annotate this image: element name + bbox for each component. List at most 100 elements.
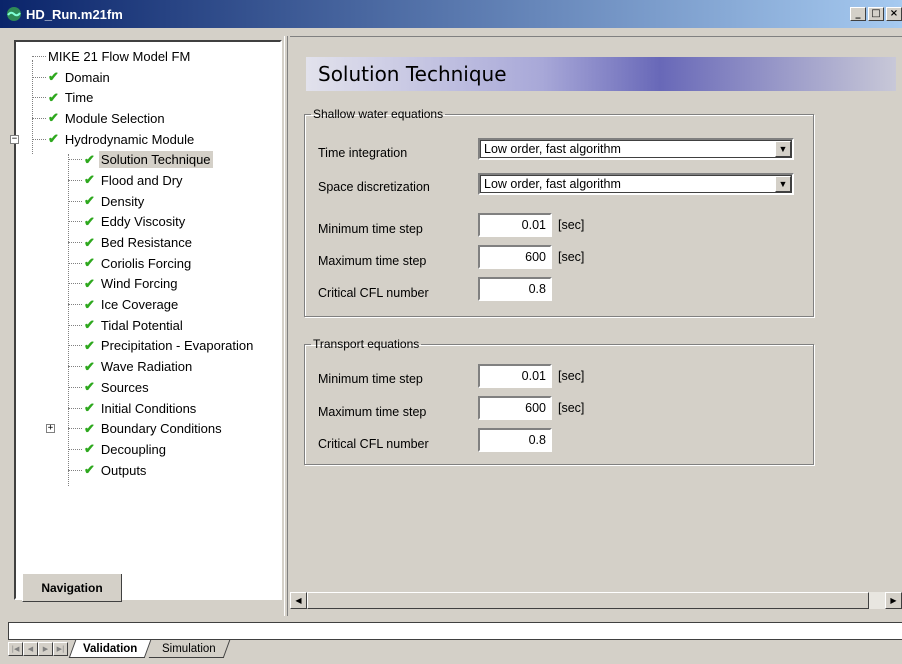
tree-item[interactable]: ✔ Time	[16, 87, 280, 108]
space-discretization-label: Space discretization	[318, 180, 430, 194]
min-time-step-label: Minimum time step	[318, 222, 423, 236]
tree-item[interactable]: ✔ Tidal Potential	[16, 315, 280, 336]
tab-navigation[interactable]: Navigation	[22, 574, 122, 602]
max-time-step-unit: [sec]	[558, 250, 585, 264]
tab-simulation[interactable]: Simulation	[149, 640, 231, 658]
tree-item-label: Wave Radiation	[100, 359, 193, 375]
scroll-right-icon[interactable]: ▶	[885, 592, 902, 609]
scroll-thumb[interactable]	[307, 592, 869, 609]
prev-tab-icon[interactable]: ◀	[23, 642, 38, 656]
transport-max-time-step-label: Maximum time step	[318, 405, 427, 419]
space-discretization-value: Low order, fast algorithm	[484, 177, 621, 191]
chevron-down-icon[interactable]: ▼	[775, 176, 791, 192]
tree-item[interactable]: ✔ Ice Coverage	[16, 294, 280, 315]
tree-item[interactable]: ✔ Decoupling	[16, 439, 280, 460]
max-time-step-label: Maximum time step	[318, 254, 427, 268]
critical-cfl-input[interactable]: 0.8	[478, 277, 552, 301]
checkmark-icon: ✔	[84, 172, 95, 188]
first-tab-icon[interactable]: |◀	[8, 642, 23, 656]
tree-item-label: Sources	[100, 379, 149, 395]
tree-item[interactable]: ✔ Bed Resistance	[16, 232, 280, 253]
max-time-step-input[interactable]: 600	[478, 245, 552, 269]
time-integration-select[interactable]: Low order, fast algorithm ▼	[478, 138, 794, 160]
tree-item[interactable]: ✔ Initial Conditions	[16, 398, 280, 419]
checkmark-icon: ✔	[48, 131, 59, 147]
tree-item[interactable]: ✔ Wave Radiation	[16, 356, 280, 377]
tree-item[interactable]: ✔ Outputs	[16, 460, 280, 481]
tree-item-label: Boundary Conditions	[100, 421, 222, 437]
transport-min-time-step-unit: [sec]	[558, 369, 585, 383]
panel-splitter[interactable]	[284, 36, 288, 616]
tree-item[interactable]: ✔ Module Selection	[16, 108, 280, 129]
checkmark-icon: ✔	[84, 234, 95, 250]
message-strip	[8, 622, 902, 640]
page-title: Solution Technique	[306, 57, 896, 91]
tree-item-label: Domain	[64, 69, 110, 85]
tree-item-label: Initial Conditions	[100, 400, 197, 416]
tree-item[interactable]: − ✔ Hydrodynamic Module	[10, 129, 280, 150]
transport-critical-cfl-input[interactable]: 0.8	[478, 428, 552, 452]
transport-max-time-step-input[interactable]: 600	[478, 396, 552, 420]
last-tab-icon[interactable]: ▶|	[53, 642, 68, 656]
transport-min-time-step-label: Minimum time step	[318, 372, 423, 386]
maximize-button[interactable]: □	[868, 7, 884, 21]
page-title-text: Solution Technique	[318, 62, 507, 86]
tree-item-label: Tidal Potential	[100, 317, 183, 333]
tree-item[interactable]: ✔ Flood and Dry	[16, 170, 280, 191]
tree-item[interactable]: ✔ Wind Forcing	[16, 274, 280, 295]
chevron-down-icon[interactable]: ▼	[775, 141, 791, 157]
tree-item-label: Outputs	[100, 462, 147, 478]
bottom-panel: |◀ ◀ ▶ ▶| Validation Simulation	[0, 618, 902, 664]
bottom-tab-row: |◀ ◀ ▶ ▶| Validation Simulation	[8, 640, 231, 660]
tree-item[interactable]: ✔ Coriolis Forcing	[16, 253, 280, 274]
collapse-icon[interactable]: −	[10, 134, 19, 144]
checkmark-icon: ✔	[84, 462, 95, 478]
tree-item[interactable]: ✔ Eddy Viscosity	[16, 212, 280, 233]
checkmark-icon: ✔	[84, 296, 95, 312]
minimize-button[interactable]: _	[850, 7, 866, 21]
tab-navigation-label: Navigation	[41, 580, 103, 595]
checkmark-icon: ✔	[84, 379, 95, 395]
expand-icon[interactable]: +	[46, 424, 55, 434]
checkmark-icon: ✔	[84, 337, 95, 353]
tree-item-label: Module Selection	[64, 110, 165, 126]
tree-item[interactable]: ✔ Density	[16, 191, 280, 212]
tree-item-label: Eddy Viscosity	[100, 214, 186, 230]
tree-item[interactable]: ✔ Precipitation - Evaporation	[16, 336, 280, 357]
transport-min-time-step-input[interactable]: 0.01	[478, 364, 552, 388]
scroll-left-icon[interactable]: ◀	[290, 592, 307, 609]
checkmark-icon: ✔	[84, 400, 95, 416]
checkmark-icon: ✔	[48, 69, 59, 85]
tab-validation[interactable]: Validation	[68, 640, 152, 658]
space-discretization-select[interactable]: Low order, fast algorithm ▼	[478, 173, 794, 195]
checkmark-icon: ✔	[48, 89, 59, 105]
navigation-panel: MIKE 21 Flow Model FM ✔ Domain ✔ Time ✔ Modul…	[10, 40, 282, 600]
checkmark-icon: ✔	[84, 420, 95, 436]
tab-simulation-label: Simulation	[162, 642, 217, 655]
horizontal-scrollbar[interactable]: ◀ ▶	[290, 592, 902, 609]
tree-item[interactable]: ✔ Sources	[16, 377, 280, 398]
tree-item-label: Solution Technique	[98, 151, 213, 169]
tree-item-label: Flood and Dry	[100, 172, 183, 188]
tree-item-label: Wind Forcing	[100, 276, 178, 292]
critical-cfl-label: Critical CFL number	[318, 286, 429, 300]
tree-item-root[interactable]: MIKE 21 Flow Model FM	[16, 46, 280, 67]
window-title: HD_Run.m21fm	[26, 6, 123, 22]
tree-item[interactable]: ✔ Solution Technique	[16, 149, 280, 170]
tree-item[interactable]: + ✔ Boundary Conditions	[16, 418, 280, 439]
tree-connector	[32, 60, 33, 154]
close-button[interactable]: ×	[886, 7, 902, 21]
tree-item-label: Precipitation - Evaporation	[100, 338, 254, 354]
next-tab-icon[interactable]: ▶	[38, 642, 53, 656]
checkmark-icon: ✔	[84, 441, 95, 457]
checkmark-icon: ✔	[84, 255, 95, 271]
tree-item[interactable]: ✔ Domain	[16, 67, 280, 88]
checkmark-icon: ✔	[84, 275, 95, 291]
time-integration-label: Time integration	[318, 146, 408, 160]
tree-item-label: Ice Coverage	[100, 297, 179, 313]
tree-item-label: Hydrodynamic Module	[64, 131, 195, 147]
tree-item-label: Density	[100, 193, 145, 209]
tree-item-label: Coriolis Forcing	[100, 255, 192, 271]
min-time-step-input[interactable]: 0.01	[478, 213, 552, 237]
transport-critical-cfl-label: Critical CFL number	[318, 437, 429, 451]
